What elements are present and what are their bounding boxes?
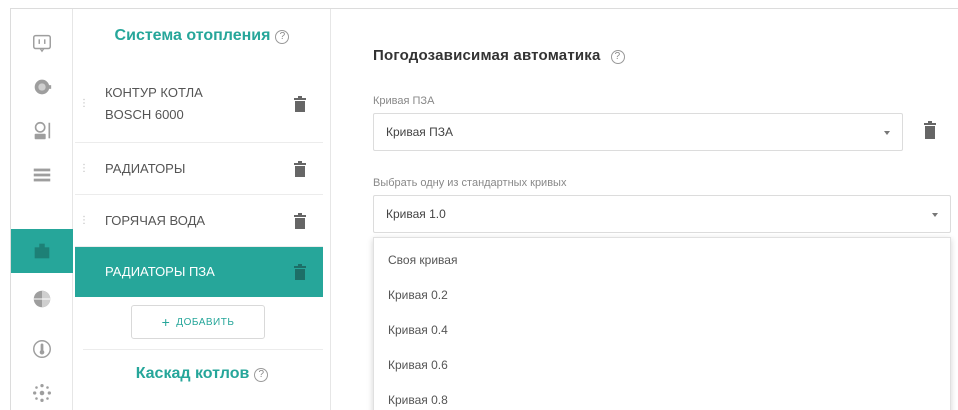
- globe-icon: [33, 290, 51, 308]
- thermometer-icon: [33, 340, 51, 358]
- app-frame: Система отопления? ⋮ КОНТУР КОТЛА BOSCH …: [10, 8, 958, 410]
- circuit-label: РАДИАТОРЫ: [105, 160, 186, 176]
- rail-item-sensors[interactable]: [11, 109, 73, 153]
- circuit-label-line1: КОНТУР КОТЛА: [105, 84, 203, 100]
- boiler-icon: [34, 79, 52, 95]
- dropdown-option[interactable]: Кривая 0.6: [374, 347, 950, 382]
- heating-system-title-text: Система отопления: [114, 27, 271, 44]
- list-icon: [33, 168, 51, 182]
- trash-icon[interactable]: [293, 160, 307, 177]
- circuit-radiators-pza[interactable]: ⋮ РАДИАТОРЫ ПЗА: [75, 247, 323, 297]
- curve-select-value: Кривая ПЗА: [386, 125, 453, 139]
- page-title-text: Погодозависимая автоматика: [373, 47, 601, 64]
- page-title: Погодозависимая автоматика?: [373, 47, 625, 64]
- dropdown-option[interactable]: Кривая 0.8: [374, 382, 950, 410]
- cascade-title-text: Каскад котлов: [135, 365, 250, 382]
- messages-icon: [33, 34, 51, 53]
- chevron-down-icon: [884, 131, 890, 135]
- circuit-boiler-bosch[interactable]: ⋮ КОНТУР КОТЛА BOSCH 6000: [75, 65, 323, 143]
- rail-item-list[interactable]: [11, 153, 73, 197]
- standard-curve-select[interactable]: Кривая 1.0: [373, 195, 951, 233]
- trash-icon[interactable]: [923, 121, 937, 139]
- standard-curve-value: Кривая 1.0: [386, 207, 446, 221]
- circuit-radiators[interactable]: ⋮ РАДИАТОРЫ: [75, 143, 323, 195]
- help-icon[interactable]: ?: [610, 50, 625, 64]
- curve-select[interactable]: Кривая ПЗА: [373, 113, 903, 151]
- circuit-label: РАДИАТОРЫ ПЗА: [105, 263, 215, 279]
- heating-system-panel: Система отопления? ⋮ КОНТУР КОТЛА BOSCH …: [73, 9, 331, 410]
- rail-item-temperature[interactable]: [11, 327, 73, 371]
- plus-icon: +: [161, 314, 171, 330]
- chevron-down-icon: [932, 213, 938, 217]
- help-icon[interactable]: ?: [275, 30, 290, 44]
- rail-item-network[interactable]: [11, 371, 73, 410]
- icon-rail: [11, 9, 73, 410]
- drag-handle-icon[interactable]: ⋮: [79, 163, 89, 174]
- rail-item-messages[interactable]: [11, 21, 73, 65]
- drag-handle-icon[interactable]: ⋮: [79, 215, 89, 226]
- heating-system-title: Система отопления?: [73, 27, 331, 45]
- drag-handle-icon[interactable]: ⋮: [79, 98, 89, 109]
- dropdown-option[interactable]: Своя кривая: [374, 242, 950, 277]
- drag-handle-icon[interactable]: ⋮: [79, 266, 89, 277]
- add-circuit-label: ДОБАВИТЬ: [176, 316, 235, 328]
- add-circuit-button[interactable]: + ДОБАВИТЬ: [131, 305, 265, 339]
- heating-system-icon: [34, 243, 50, 259]
- trash-icon[interactable]: [293, 263, 307, 280]
- standard-curve-label: Выбрать одну из стандартных кривых: [373, 177, 567, 189]
- rail-item-heating[interactable]: [11, 229, 73, 273]
- user-sensor-icon: [34, 121, 51, 140]
- circuit-label-line2: BOSCH 6000: [105, 106, 184, 122]
- cascade-title: Каскад котлов?: [73, 365, 331, 383]
- circuit-label: ГОРЯЧАЯ ВОДА: [105, 212, 206, 228]
- curve-field-label: Кривая ПЗА: [373, 95, 435, 107]
- rail-item-weather[interactable]: [11, 277, 73, 321]
- divider: [83, 349, 323, 350]
- circuit-hot-water[interactable]: ⋮ ГОРЯЧАЯ ВОДА: [75, 195, 323, 247]
- dropdown-option[interactable]: Кривая 0.2: [374, 277, 950, 312]
- rail-item-boiler[interactable]: [11, 65, 73, 109]
- circuit-label: КОНТУР КОТЛА BOSCH 6000: [89, 82, 293, 126]
- trash-icon[interactable]: [293, 212, 307, 229]
- help-icon[interactable]: ?: [254, 368, 269, 382]
- network-icon: [33, 384, 51, 402]
- weather-automation-panel: Погодозависимая автоматика? Кривая ПЗА К…: [331, 9, 958, 410]
- dropdown-option[interactable]: Кривая 0.4: [374, 312, 950, 347]
- trash-icon[interactable]: [293, 95, 307, 112]
- curve-options-dropdown: Своя кривая Кривая 0.2 Кривая 0.4 Кривая…: [373, 237, 951, 410]
